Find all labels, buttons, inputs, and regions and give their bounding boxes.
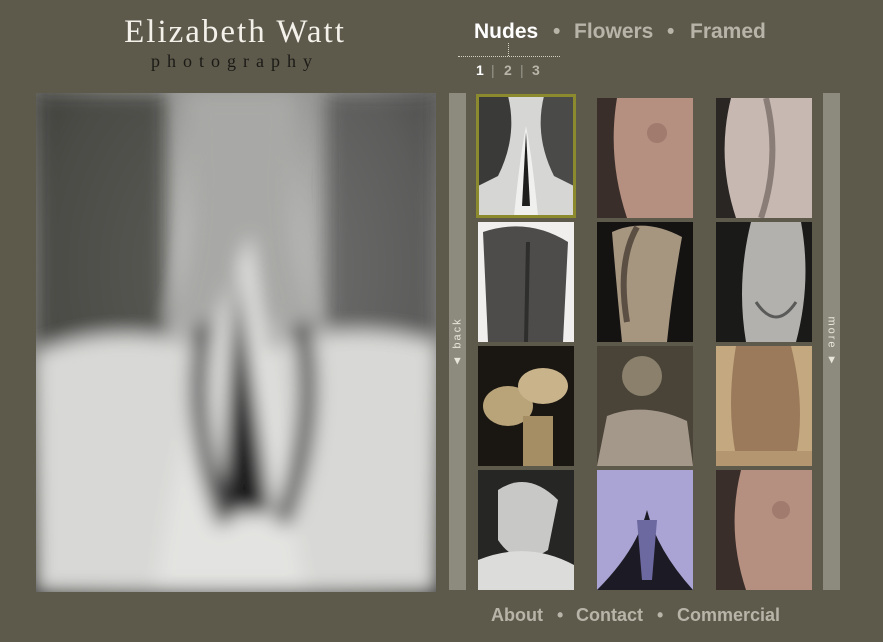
category-nav: Nudes • Flowers • Framed — [466, 20, 786, 50]
back-scroll-button[interactable]: ◄ back — [449, 93, 466, 590]
page-separator: | — [491, 62, 495, 78]
thumbnail-10[interactable] — [478, 470, 574, 590]
brand-name: Elizabeth Watt — [124, 14, 346, 50]
page-2[interactable]: 2 — [504, 62, 512, 78]
nav-separator: • — [667, 20, 675, 43]
thumbnail-1[interactable] — [476, 94, 576, 218]
thumbnail-5[interactable] — [597, 222, 693, 342]
nav-framed[interactable]: Framed — [690, 20, 766, 44]
thumbnail-7[interactable] — [478, 346, 574, 466]
thumbnail-6[interactable] — [716, 222, 812, 342]
page-separator: | — [520, 62, 524, 78]
footer-about-link[interactable]: About — [491, 605, 543, 626]
active-indicator-line — [508, 43, 509, 56]
active-indicator-underline — [458, 56, 560, 57]
nav-separator: • — [553, 20, 561, 43]
thumbnail-8[interactable] — [597, 346, 693, 466]
footer-separator: • — [557, 605, 564, 625]
thumbnail-2[interactable] — [597, 98, 693, 218]
main-photo — [36, 93, 436, 592]
more-scroll-button[interactable]: more ► — [823, 93, 840, 590]
brand-tagline: photography — [151, 51, 319, 71]
footer-separator: • — [657, 605, 664, 625]
more-label: more ► — [825, 315, 838, 368]
nav-flowers[interactable]: Flowers — [574, 20, 653, 44]
footer-nav: About • Contact • Commercial — [480, 605, 800, 631]
footer-commercial-link[interactable]: Commercial — [677, 605, 780, 626]
nav-nudes[interactable]: Nudes — [474, 20, 538, 44]
thumbnail-3[interactable] — [716, 98, 812, 218]
brand-logo[interactable]: Elizabeth Watt photography — [100, 14, 370, 72]
footer-contact-link[interactable]: Contact — [576, 605, 643, 626]
thumbnail-12[interactable] — [716, 470, 812, 590]
thumbnail-11[interactable] — [597, 470, 693, 590]
thumbnail-4[interactable] — [478, 222, 574, 342]
thumbnail-grid — [475, 93, 820, 593]
back-label: ◄ back — [451, 316, 464, 367]
page-3[interactable]: 3 — [532, 62, 540, 78]
thumbnail-9[interactable] — [716, 346, 812, 466]
page-1[interactable]: 1 — [476, 62, 484, 78]
